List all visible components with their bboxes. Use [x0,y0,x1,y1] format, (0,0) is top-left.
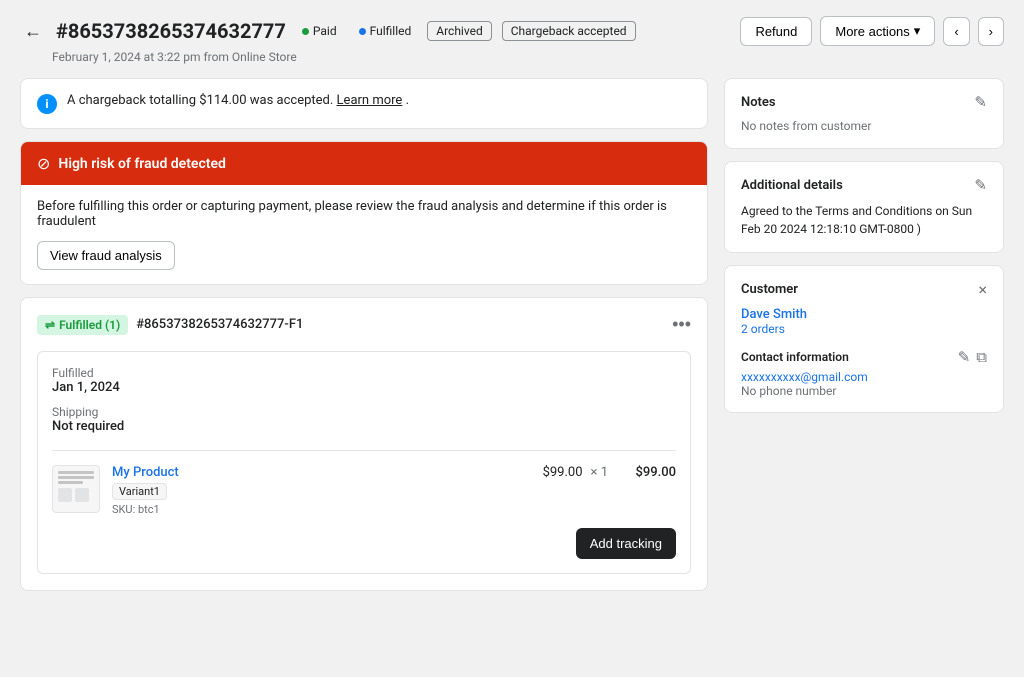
product-price: $99.00 [523,465,583,480]
chargeback-info-banner: i A chargeback totalling $114.00 was acc… [20,78,708,129]
prev-order-button[interactable]: ‹ [943,17,969,46]
fulfilled-badge-label: Fulfilled (1) [59,318,120,332]
order-subtitle: February 1, 2024 at 3:22 pm from Online … [52,50,1004,64]
contact-edit-icon[interactable]: ✎ [958,348,971,366]
header: ← #8653738265374632777 Paid Fulfilled Ar… [20,16,1004,46]
sku-label: SKU: [112,503,135,516]
fulfilled-meta: Fulfilled Jan 1, 2024 Shipping Not requi… [52,366,676,434]
product-total: $99.00 [616,465,676,480]
notes-header: Notes ✎ [741,93,987,111]
right-column: Notes ✎ No notes from customer Additiona… [724,78,1004,591]
fraud-header: ⊘ High risk of fraud detected [21,142,707,185]
fulfilled-dot [359,28,366,35]
customer-title: Customer [741,282,798,297]
thumb-blocks [58,488,94,502]
badge-paid: Paid [296,22,343,40]
main-content: i A chargeback totalling $114.00 was acc… [20,78,1004,591]
header-right: Refund More actions ▾ ‹ › [740,16,1004,46]
view-fraud-analysis-button[interactable]: View fraud analysis [37,241,175,270]
refund-button[interactable]: Refund [740,17,812,46]
page: ← #8653738265374632777 Paid Fulfilled Ar… [0,0,1024,677]
thumb-block-1 [58,488,72,502]
notes-card: Notes ✎ No notes from customer [724,78,1004,149]
fulfilled-order-ref: #8653738265374632777-F1 [136,317,303,332]
fulfilled-badge: ⇌ Fulfilled (1) [37,315,128,335]
product-variant: Variant1 [112,483,167,500]
additional-details-card: Additional details ✎ Agreed to the Terms… [724,161,1004,253]
more-actions-label: More actions [835,24,909,39]
close-icon[interactable]: × [978,280,987,299]
product-thumbnail [52,465,100,513]
customer-name[interactable]: Dave Smith [741,307,987,322]
shield-icon: ⊘ [37,154,50,173]
product-thumb-inner [58,471,94,507]
fulfilled-menu-button[interactable]: ••• [672,314,691,335]
customer-card: Customer × Dave Smith 2 orders Contact i… [724,265,1004,413]
header-left: ← #8653738265374632777 Paid Fulfilled Ar… [20,19,636,44]
badge-fulfilled: Fulfilled [353,22,418,40]
product-sku: SKU: btc1 [112,503,511,516]
order-title: #8653738265374632777 [56,19,286,43]
learn-more-link[interactable]: Learn more [337,93,403,108]
more-actions-button[interactable]: More actions ▾ [820,16,935,46]
info-icon: i [37,94,57,114]
contact-info-header: Contact information ✎ ⧉ [741,348,987,366]
fulfilled-label: Fulfilled [52,366,676,380]
fraud-description: Before fulfilling this order or capturin… [37,199,691,229]
badge-chargeback: Chargeback accepted [502,21,636,41]
thumb-line-3 [58,481,83,484]
notes-edit-icon[interactable]: ✎ [974,93,987,111]
chevron-down-icon: ▾ [914,23,921,39]
add-tracking-button[interactable]: Add tracking [576,528,676,559]
next-order-button[interactable]: › [978,17,1004,46]
product-row: My Product Variant1 SKU: btc1 $99.00 × [52,450,676,516]
customer-phone: No phone number [741,384,987,398]
fulfilled-card-header: ⇌ Fulfilled (1) #8653738265374632777-F1 … [37,314,691,335]
add-tracking-row: Add tracking [52,528,676,559]
details-edit-icon[interactable]: ✎ [974,176,987,194]
shipping-label: Shipping [52,405,676,419]
fulfilled-card: ⇌ Fulfilled (1) #8653738265374632777-F1 … [20,297,708,591]
additional-details-title: Additional details [741,178,843,193]
thumb-line-2 [58,476,94,479]
chargeback-text-prefix: A chargeback totalling $114.00 was accep… [67,93,333,108]
thumb-block-2 [75,488,89,502]
fulfilled-inner: Fulfilled Jan 1, 2024 Shipping Not requi… [37,351,691,574]
fulfilled-title-group: ⇌ Fulfilled (1) #8653738265374632777-F1 [37,315,303,335]
chargeback-info-text: A chargeback totalling $114.00 was accep… [67,93,409,108]
paid-label: Paid [313,24,337,38]
contact-action-icons: ✎ ⧉ [958,348,987,366]
details-header: Additional details ✎ [741,176,987,194]
sku-value: btc1 [138,503,160,516]
contact-copy-icon[interactable]: ⧉ [976,348,987,366]
shipping-value: Not required [52,419,676,434]
notes-title: Notes [741,95,776,110]
fulfilled-date: Jan 1, 2024 [52,380,676,395]
truck-icon: ⇌ [45,318,55,332]
notes-empty-text: No notes from customer [741,119,871,133]
product-quantity: × 1 [591,465,608,480]
product-info: My Product Variant1 SKU: btc1 [112,465,511,516]
badge-archived: Archived [427,21,491,41]
thumb-line-1 [58,471,94,474]
left-column: i A chargeback totalling $114.00 was acc… [20,78,708,591]
fraud-alert-card: ⊘ High risk of fraud detected Before ful… [20,141,708,285]
chargeback-text-suffix: . [406,93,409,108]
fulfilled-label: Fulfilled [370,24,412,38]
product-pricing: $99.00 × 1 $99.00 [523,465,676,480]
fraud-body: Before fulfilling this order or capturin… [21,185,707,284]
contact-info-title: Contact information [741,350,849,364]
back-button[interactable]: ← [20,19,46,44]
additional-details-text: Agreed to the Terms and Conditions on Su… [741,204,972,236]
customer-email[interactable]: xxxxxxxxxx@gmail.com [741,370,987,384]
product-name[interactable]: My Product [112,465,511,480]
customer-header: Customer × [741,280,987,299]
fraud-title: High risk of fraud detected [58,156,225,172]
paid-dot [302,28,309,35]
customer-orders[interactable]: 2 orders [741,322,987,336]
